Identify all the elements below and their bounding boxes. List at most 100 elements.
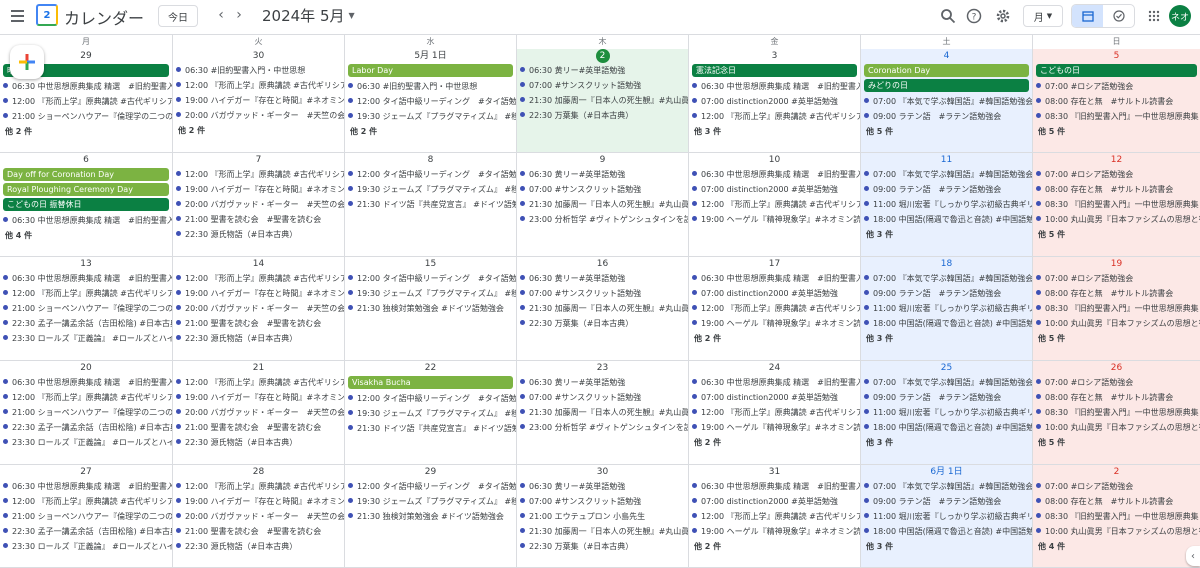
timed-event[interactable]: 06:30 中世思想原典集成 精選 #旧約聖書入 <box>689 375 860 390</box>
day-number[interactable]: 7 <box>173 153 344 167</box>
day-cell[interactable]: 16 06:30 黄リー#英単語勉強 07:00 #サンスクリット語勉強 21:30 … <box>516 257 688 361</box>
timed-event[interactable]: 09:00 ラテン語 #ラテン語勉強会 <box>861 286 1032 301</box>
timed-event[interactable]: 12:00 『形而上学』原典講読 #古代ギリシア <box>0 286 172 301</box>
day-number[interactable]: 18 <box>861 257 1032 271</box>
all-day-event[interactable]: Day off for Coronation Day <box>3 168 169 181</box>
timed-event[interactable]: 07:00 #ロシア語勉強会 <box>1033 479 1200 494</box>
search-icon[interactable] <box>938 6 958 26</box>
all-day-event[interactable]: こどもの日 <box>1036 64 1197 77</box>
timed-event[interactable]: 23:30 ロールズ『正義論』 #ロールズとハイ <box>0 331 172 346</box>
more-events-link[interactable]: 他 2 件 <box>689 435 860 450</box>
today-button[interactable]: 今日 <box>158 5 198 27</box>
timed-event[interactable]: 18:00 中国語(隔週で魯迅と音読) #中国語勉 <box>861 524 1032 539</box>
day-cell[interactable]: 7 12:00 『形而上学』原典講読 #古代ギリシア 19:00 ハイデガー『存在と… <box>172 153 344 257</box>
account-avatar[interactable]: ネオ <box>1169 5 1191 27</box>
day-cell[interactable]: 18 07:00 『本気で学ぶ韓国語』#韓国語勉強会 09:00 ラテン語 #ラテン… <box>860 257 1032 361</box>
timed-event[interactable]: 06:30 #旧約聖書入門・中世思想 <box>173 63 344 78</box>
day-number[interactable]: 21 <box>173 361 344 375</box>
timed-event[interactable]: 21:30 ドイツ語『共産党宣言』 #ドイツ語勉 <box>345 197 516 212</box>
timed-event[interactable]: 10:00 丸山眞男『日本ファシズムの思想と行 <box>1033 316 1200 331</box>
timed-event[interactable]: 10:00 丸山眞男『日本ファシズムの思想と行 <box>1033 420 1200 435</box>
timed-event[interactable]: 21:30 加藤周一『日本人の死生観』#丸山眞 <box>517 524 688 539</box>
timed-event[interactable]: 06:30 中世思想原典集成 精選 #旧約聖書入 <box>689 167 860 182</box>
day-number[interactable]: 6 <box>0 153 172 167</box>
timed-event[interactable]: 19:30 ジェームズ『プラグマティズム』 #移 <box>345 286 516 301</box>
timed-event[interactable]: 21:30 加藤周一『日本人の死生観』#丸山眞 <box>517 301 688 316</box>
day-number[interactable]: 9 <box>517 153 688 167</box>
day-number[interactable]: 5 <box>1033 49 1200 63</box>
help-icon[interactable]: ? <box>964 6 984 26</box>
timed-event[interactable]: 06:30 中世思想原典集成 精選 #旧約聖書入 <box>0 79 172 94</box>
day-cell[interactable]: 11 07:00 『本気で学ぶ韓国語』#韓国語勉強会 09:00 ラテン語 #ラテン… <box>860 153 1032 257</box>
day-cell[interactable]: 6月 1日 07:00 『本気で学ぶ韓国語』#韓国語勉強会 09:00 ラテン語 #… <box>860 465 1032 568</box>
day-number[interactable]: 15 <box>345 257 516 271</box>
day-cell[interactable]: 14 12:00 『形而上学』原典講読 #古代ギリシア 19:00 ハイデガー『存在… <box>172 257 344 361</box>
timed-event[interactable]: 09:00 ラテン語 #ラテン語勉強会 <box>861 390 1032 405</box>
timed-event[interactable]: 06:30 黄リー#英単語勉強 <box>517 167 688 182</box>
more-events-link[interactable]: 他 3 件 <box>861 227 1032 242</box>
timed-event[interactable]: 22:30 孟子一講孟余話（吉田松陰) #日本古典 <box>0 524 172 539</box>
timed-event[interactable]: 21:30 加藤周一『日本人の死生観』#丸山眞 <box>517 93 688 108</box>
calendar-view-icon[interactable] <box>1072 5 1103 27</box>
all-day-event[interactable]: Royal Ploughing Ceremony Day <box>3 183 169 196</box>
timed-event[interactable]: 09:00 ラテン語 #ラテン語勉強会 <box>861 109 1032 124</box>
timed-event[interactable]: 07:00 『本気で学ぶ韓国語』#韓国語勉強会 <box>861 375 1032 390</box>
timed-event[interactable]: 12:00 タイ語中級リーディング #タイ語勉 <box>345 271 516 286</box>
timed-event[interactable]: 18:00 中国語(隔週で魯迅と音読) #中国語勉 <box>861 212 1032 227</box>
timed-event[interactable]: 06:30 黄リー#英単語勉強 <box>517 63 688 78</box>
timed-event[interactable]: 21:00 聖書を読む会 #聖書を読む会 <box>173 212 344 227</box>
day-number[interactable]: 30 <box>517 465 688 479</box>
day-number[interactable]: 3 <box>689 49 860 63</box>
day-cell[interactable]: 28 12:00 『形而上学』原典講読 #古代ギリシア 19:00 ハイデガー『存在… <box>172 465 344 568</box>
timed-event[interactable]: 08:00 存在と無 #サルトル読書会 <box>1033 286 1200 301</box>
more-events-link[interactable]: 他 2 件 <box>345 124 516 139</box>
timed-event[interactable]: 08:00 存在と無 #サルトル読書会 <box>1033 390 1200 405</box>
tasks-check-icon[interactable] <box>1103 5 1134 27</box>
timed-event[interactable]: 12:00 『形而上学』原典講読 #古代ギリシア <box>173 375 344 390</box>
timed-event[interactable]: 19:00 ハイデガー『存在と時間』#ネオミン <box>173 494 344 509</box>
timed-event[interactable]: 12:00 『形而上学』原典講読 #古代ギリシア <box>173 479 344 494</box>
day-cell[interactable]: 22 Visakha Bucha 12:00 タイ語中級リーディング #タイ語勉 19… <box>344 361 516 465</box>
timed-event[interactable]: 22:30 万葉集（#日本古典） <box>517 316 688 331</box>
day-cell[interactable]: 30 06:30 #旧約聖書入門・中世思想 12:00 『形而上学』原典講読 #古代… <box>172 49 344 153</box>
day-number[interactable]: 8 <box>345 153 516 167</box>
timed-event[interactable]: 21:30 加藤周一『日本人の死生観』#丸山眞 <box>517 197 688 212</box>
day-cell[interactable]: 30 06:30 黄リー#英単語勉強 07:00 #サンスクリット語勉強 21:00 … <box>516 465 688 568</box>
timed-event[interactable]: 20:00 バガヴァッド・ギーター #天竺の会 <box>173 108 344 123</box>
timed-event[interactable]: 07:00 distinction2000 #英単語勉強 <box>689 182 860 197</box>
timed-event[interactable]: 07:00 #ロシア語勉強会 <box>1033 271 1200 286</box>
timed-event[interactable]: 21:30 加藤周一『日本人の死生観』#丸山眞 <box>517 405 688 420</box>
day-cell[interactable]: 31 06:30 中世思想原典集成 精選 #旧約聖書入 07:00 distinct… <box>688 465 860 568</box>
day-number[interactable]: 24 <box>689 361 860 375</box>
timed-event[interactable]: 07:00 distinction2000 #英単語勉強 <box>689 390 860 405</box>
more-events-link[interactable]: 他 3 件 <box>689 124 860 139</box>
timed-event[interactable]: 06:30 #旧約聖書入門・中世思想 <box>345 79 516 94</box>
timed-event[interactable]: 12:00 『形而上学』原典講読 #古代ギリシア <box>173 167 344 182</box>
timed-event[interactable]: 21:00 聖書を読む会 #聖書を読む会 <box>173 316 344 331</box>
day-number[interactable]: 19 <box>1033 257 1200 271</box>
timed-event[interactable]: 07:00 #ロシア語勉強会 <box>1033 79 1200 94</box>
day-cell[interactable]: 10 06:30 中世思想原典集成 精選 #旧約聖書入 07:00 distinct… <box>688 153 860 257</box>
timed-event[interactable]: 19:00 ヘーゲル『精神現象学』#ネオミン読 <box>689 316 860 331</box>
day-cell[interactable]: 9 06:30 黄リー#英単語勉強 07:00 #サンスクリット語勉強 21:30 加… <box>516 153 688 257</box>
all-day-event[interactable]: Coronation Day <box>864 64 1029 77</box>
timed-event[interactable]: 08:00 存在と無 #サルトル読書会 <box>1033 94 1200 109</box>
timed-event[interactable]: 06:30 中世思想原典集成 精選 #旧約聖書入 <box>0 479 172 494</box>
more-events-link[interactable]: 他 5 件 <box>1033 227 1200 242</box>
day-cell[interactable]: 8 12:00 タイ語中級リーディング #タイ語勉 19:30 ジェームズ『プラグマ… <box>344 153 516 257</box>
timed-event[interactable]: 12:00 『形而上学』原典講読 #古代ギリシア <box>0 390 172 405</box>
day-number[interactable]: 23 <box>517 361 688 375</box>
more-events-link[interactable]: 他 3 件 <box>861 539 1032 554</box>
timed-event[interactable]: 07:00 『本気で学ぶ韓国語』#韓国語勉強会 <box>861 271 1032 286</box>
timed-event[interactable]: 23:30 ロールズ『正義論』 #ロールズとハイ <box>0 435 172 450</box>
day-cell[interactable]: 21 12:00 『形而上学』原典講読 #古代ギリシア 19:00 ハイデガー『存在… <box>172 361 344 465</box>
timed-event[interactable]: 21:30 独検対策勉強会 #ドイツ語勉強会 <box>345 509 516 524</box>
day-number[interactable]: 16 <box>517 257 688 271</box>
timed-event[interactable]: 22:30 万葉集（#日本古典） <box>517 539 688 554</box>
timed-event[interactable]: 12:00 『形而上学』原典講読 #古代ギリシア <box>689 109 860 124</box>
timed-event[interactable]: 20:00 バガヴァッド・ギーター #天竺の会 <box>173 197 344 212</box>
timed-event[interactable]: 21:30 ドイツ語『共産党宣言』 #ドイツ語勉 <box>345 421 516 436</box>
all-day-event[interactable]: こどもの日 振替休日 <box>3 198 169 211</box>
timed-event[interactable]: 21:00 エウテュプロン 小島先生 <box>517 509 688 524</box>
timed-event[interactable]: 21:30 独検対策勉強会 #ドイツ語勉強会 <box>345 301 516 316</box>
